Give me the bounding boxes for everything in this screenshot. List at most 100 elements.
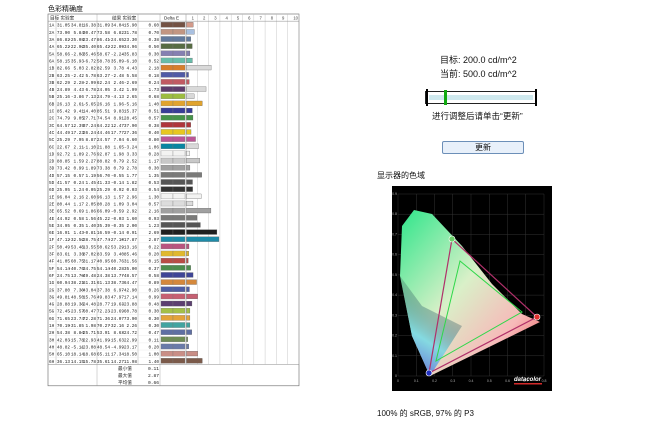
table-cell: 6F	[49, 274, 55, 279]
brand-logo: datacolor	[514, 377, 542, 383]
delta-bar	[186, 243, 190, 249]
delta-bar	[186, 315, 191, 321]
table-cell: 1.73	[148, 88, 159, 93]
table-cell: 0.24	[73, 181, 84, 186]
delta-bar	[186, 308, 191, 314]
table-cell: 2G	[49, 288, 55, 293]
table-cell: -34.96	[121, 45, 137, 50]
summary-label: 最小值	[118, 365, 132, 372]
table-cell: 58.15	[57, 59, 71, 64]
delta-bar	[186, 200, 194, 207]
table-cell: 71.65	[57, 317, 71, 322]
table-cell: 1.59	[73, 160, 84, 165]
table-cell: 0.80	[148, 138, 159, 143]
table-cell: 0.30	[148, 52, 159, 57]
update-button[interactable]: 更新	[442, 141, 524, 154]
table-cell: 0.91	[126, 231, 137, 236]
table-cell: -1.10	[83, 145, 97, 150]
table-cell: 83.59	[97, 253, 111, 258]
luminance-slider[interactable]	[425, 89, 537, 106]
result-swatch	[172, 250, 186, 257]
delta-bar	[186, 301, 193, 307]
color-accuracy-table: 目标 实验室 结果 实验室 Delta E 1 2 3 4 5 6 7 8 9 101A 31.05 34.…	[47, 13, 300, 386]
delta-bar	[186, 122, 191, 128]
delta-bar	[186, 250, 189, 257]
table-cell: 1.24	[73, 188, 84, 193]
target-swatch	[160, 114, 174, 121]
delta-bar	[186, 286, 190, 292]
table-cell: 73.42	[57, 167, 71, 172]
table-cell: 2B	[49, 74, 55, 79]
result-swatch	[172, 322, 186, 328]
table-cell: 2.87	[148, 238, 159, 243]
delta-bar	[186, 272, 194, 278]
table-cell: -2.42	[71, 74, 85, 79]
table-cell: 96.04	[57, 195, 71, 200]
table-cell: 2.65	[126, 95, 137, 100]
table-cell: -23.88	[121, 303, 137, 308]
delta-bar	[186, 79, 190, 85]
table-cell: 26.16	[97, 102, 111, 107]
target-swatch	[160, 186, 174, 192]
result-swatch	[172, 222, 186, 228]
target-swatch	[160, 315, 174, 321]
table-cell: 0.53	[148, 181, 159, 186]
table-cell: 0.69	[73, 210, 84, 215]
table-cell: 25.29	[57, 138, 71, 143]
table-cell: 6A	[49, 59, 55, 64]
table-cell: 28.77	[97, 303, 111, 308]
table-cell: 0.30	[148, 167, 159, 172]
table-cell: 24.75	[57, 274, 71, 279]
delta-bar	[186, 358, 203, 364]
table-cell: 9.83	[113, 110, 124, 115]
table-cell: -35.83	[121, 52, 137, 57]
target-swatch	[160, 79, 174, 85]
table-cell: 73.90	[124, 317, 138, 322]
table-cell: 0.40	[148, 131, 159, 136]
table-cell: 63.25	[57, 74, 71, 79]
table-cell: -0.35	[111, 224, 125, 229]
table-cell: -0.59	[111, 210, 125, 215]
table-header: 目标 实验室	[50, 15, 75, 22]
table-cell: 0.57	[148, 117, 159, 122]
result-swatch	[172, 286, 186, 293]
table-cell: 64.22	[97, 124, 111, 129]
table-cell: 36.13	[57, 360, 71, 365]
table-cell: 49.81	[57, 295, 71, 300]
table-cell: -2.99	[83, 81, 97, 86]
table-cell: -24.48	[80, 303, 96, 308]
table-cell: 0.24	[148, 81, 159, 86]
table-cell: 0.38	[148, 38, 159, 43]
delta-bar	[186, 222, 201, 228]
target-swatch	[160, 193, 174, 200]
table-cell: 0.05	[85, 188, 96, 193]
table-cell: 2C	[49, 117, 55, 122]
table-cell: 0.50	[148, 45, 159, 50]
table-cell: 0.48	[148, 303, 159, 308]
slider-target-marker[interactable]	[444, 90, 447, 105]
result-swatch	[172, 300, 186, 307]
table-cell: 15.78	[83, 360, 97, 365]
summary-value: 0.11	[148, 366, 159, 372]
gamut-y-tick: 0.2	[392, 334, 397, 338]
table-cell: 4B	[49, 88, 55, 93]
result-swatch	[172, 279, 186, 285]
table-cell: -3.24	[124, 145, 138, 150]
table-cell: 58.67	[97, 52, 111, 57]
delta-bar	[186, 265, 191, 271]
target-swatch	[160, 122, 174, 128]
table-cell: 26.13	[57, 102, 71, 107]
target-swatch	[160, 215, 174, 221]
target-label: 目标:	[440, 55, 461, 65]
table-cell: 28.45	[124, 117, 138, 122]
table-cell: 2A	[49, 31, 55, 36]
target-swatch	[160, 129, 174, 135]
table-cell: 34.04	[111, 24, 125, 29]
target-swatch	[160, 265, 174, 271]
table-cell: -0.14	[111, 231, 125, 236]
table-cell: 1.98	[85, 324, 96, 329]
table-cell: 1.40	[148, 102, 159, 107]
table-cell: 0.51	[148, 110, 159, 115]
table-cell: 1.23	[148, 224, 159, 229]
table-cell: 87.02	[83, 253, 97, 258]
